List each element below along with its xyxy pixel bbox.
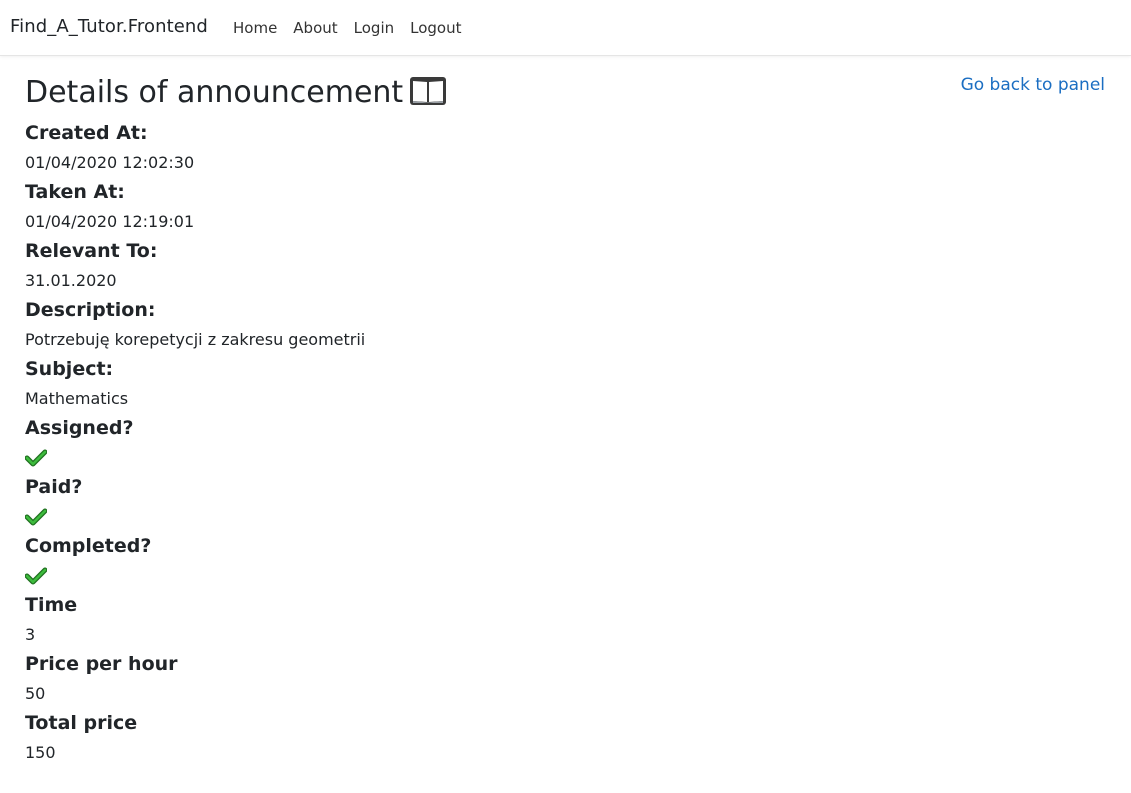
nav-about-link[interactable]: About	[293, 19, 337, 37]
check-mark-icon	[25, 449, 47, 466]
nav-logout-link[interactable]: Logout	[410, 19, 461, 37]
assigned-label: Assigned?	[25, 417, 134, 439]
total-price-value: 150	[25, 743, 56, 762]
paid-value	[25, 502, 725, 531]
taken-at-value: 01/04/2020 12:19:01	[25, 212, 195, 231]
announcement-details: Created At: 01/04/2020 12:02:30 Taken At…	[25, 118, 725, 767]
completed-value	[25, 561, 725, 590]
nav-links: Home About Login Logout	[233, 19, 477, 37]
price-per-hour-value: 50	[25, 684, 46, 703]
assigned-value	[25, 443, 725, 472]
description-label: Description:	[25, 299, 156, 321]
price-per-hour-label: Price per hour	[25, 653, 178, 675]
page-title-text: Details of announcement	[25, 75, 404, 110]
relevant-to-value: 31.01.2020	[25, 271, 117, 290]
page-title: Details of announcement	[25, 73, 447, 117]
check-mark-icon	[25, 567, 47, 584]
created-at-value: 01/04/2020 12:02:30	[25, 153, 195, 172]
created-at-label: Created At:	[25, 122, 148, 144]
relevant-to-label: Relevant To:	[25, 240, 158, 262]
brand-link[interactable]: Find_A_Tutor.Frontend	[10, 16, 208, 37]
go-back-link[interactable]: Go back to panel	[961, 75, 1105, 95]
subject-value: Mathematics	[25, 389, 129, 408]
time-label: Time	[25, 594, 78, 616]
top-navbar: Find_A_Tutor.Frontend Home About Login L…	[0, 0, 1131, 56]
taken-at-label: Taken At:	[25, 181, 125, 203]
nav-login-link[interactable]: Login	[354, 19, 394, 37]
paid-label: Paid?	[25, 476, 83, 498]
total-price-label: Total price	[25, 712, 138, 734]
open-book-icon	[409, 76, 447, 117]
subject-label: Subject:	[25, 358, 114, 380]
check-mark-icon	[25, 508, 47, 525]
completed-label: Completed?	[25, 535, 152, 557]
description-value: Potrzebuję korepetycji z zakresu geometr…	[25, 330, 366, 349]
nav-home-link[interactable]: Home	[233, 19, 277, 37]
time-value: 3	[25, 625, 36, 644]
